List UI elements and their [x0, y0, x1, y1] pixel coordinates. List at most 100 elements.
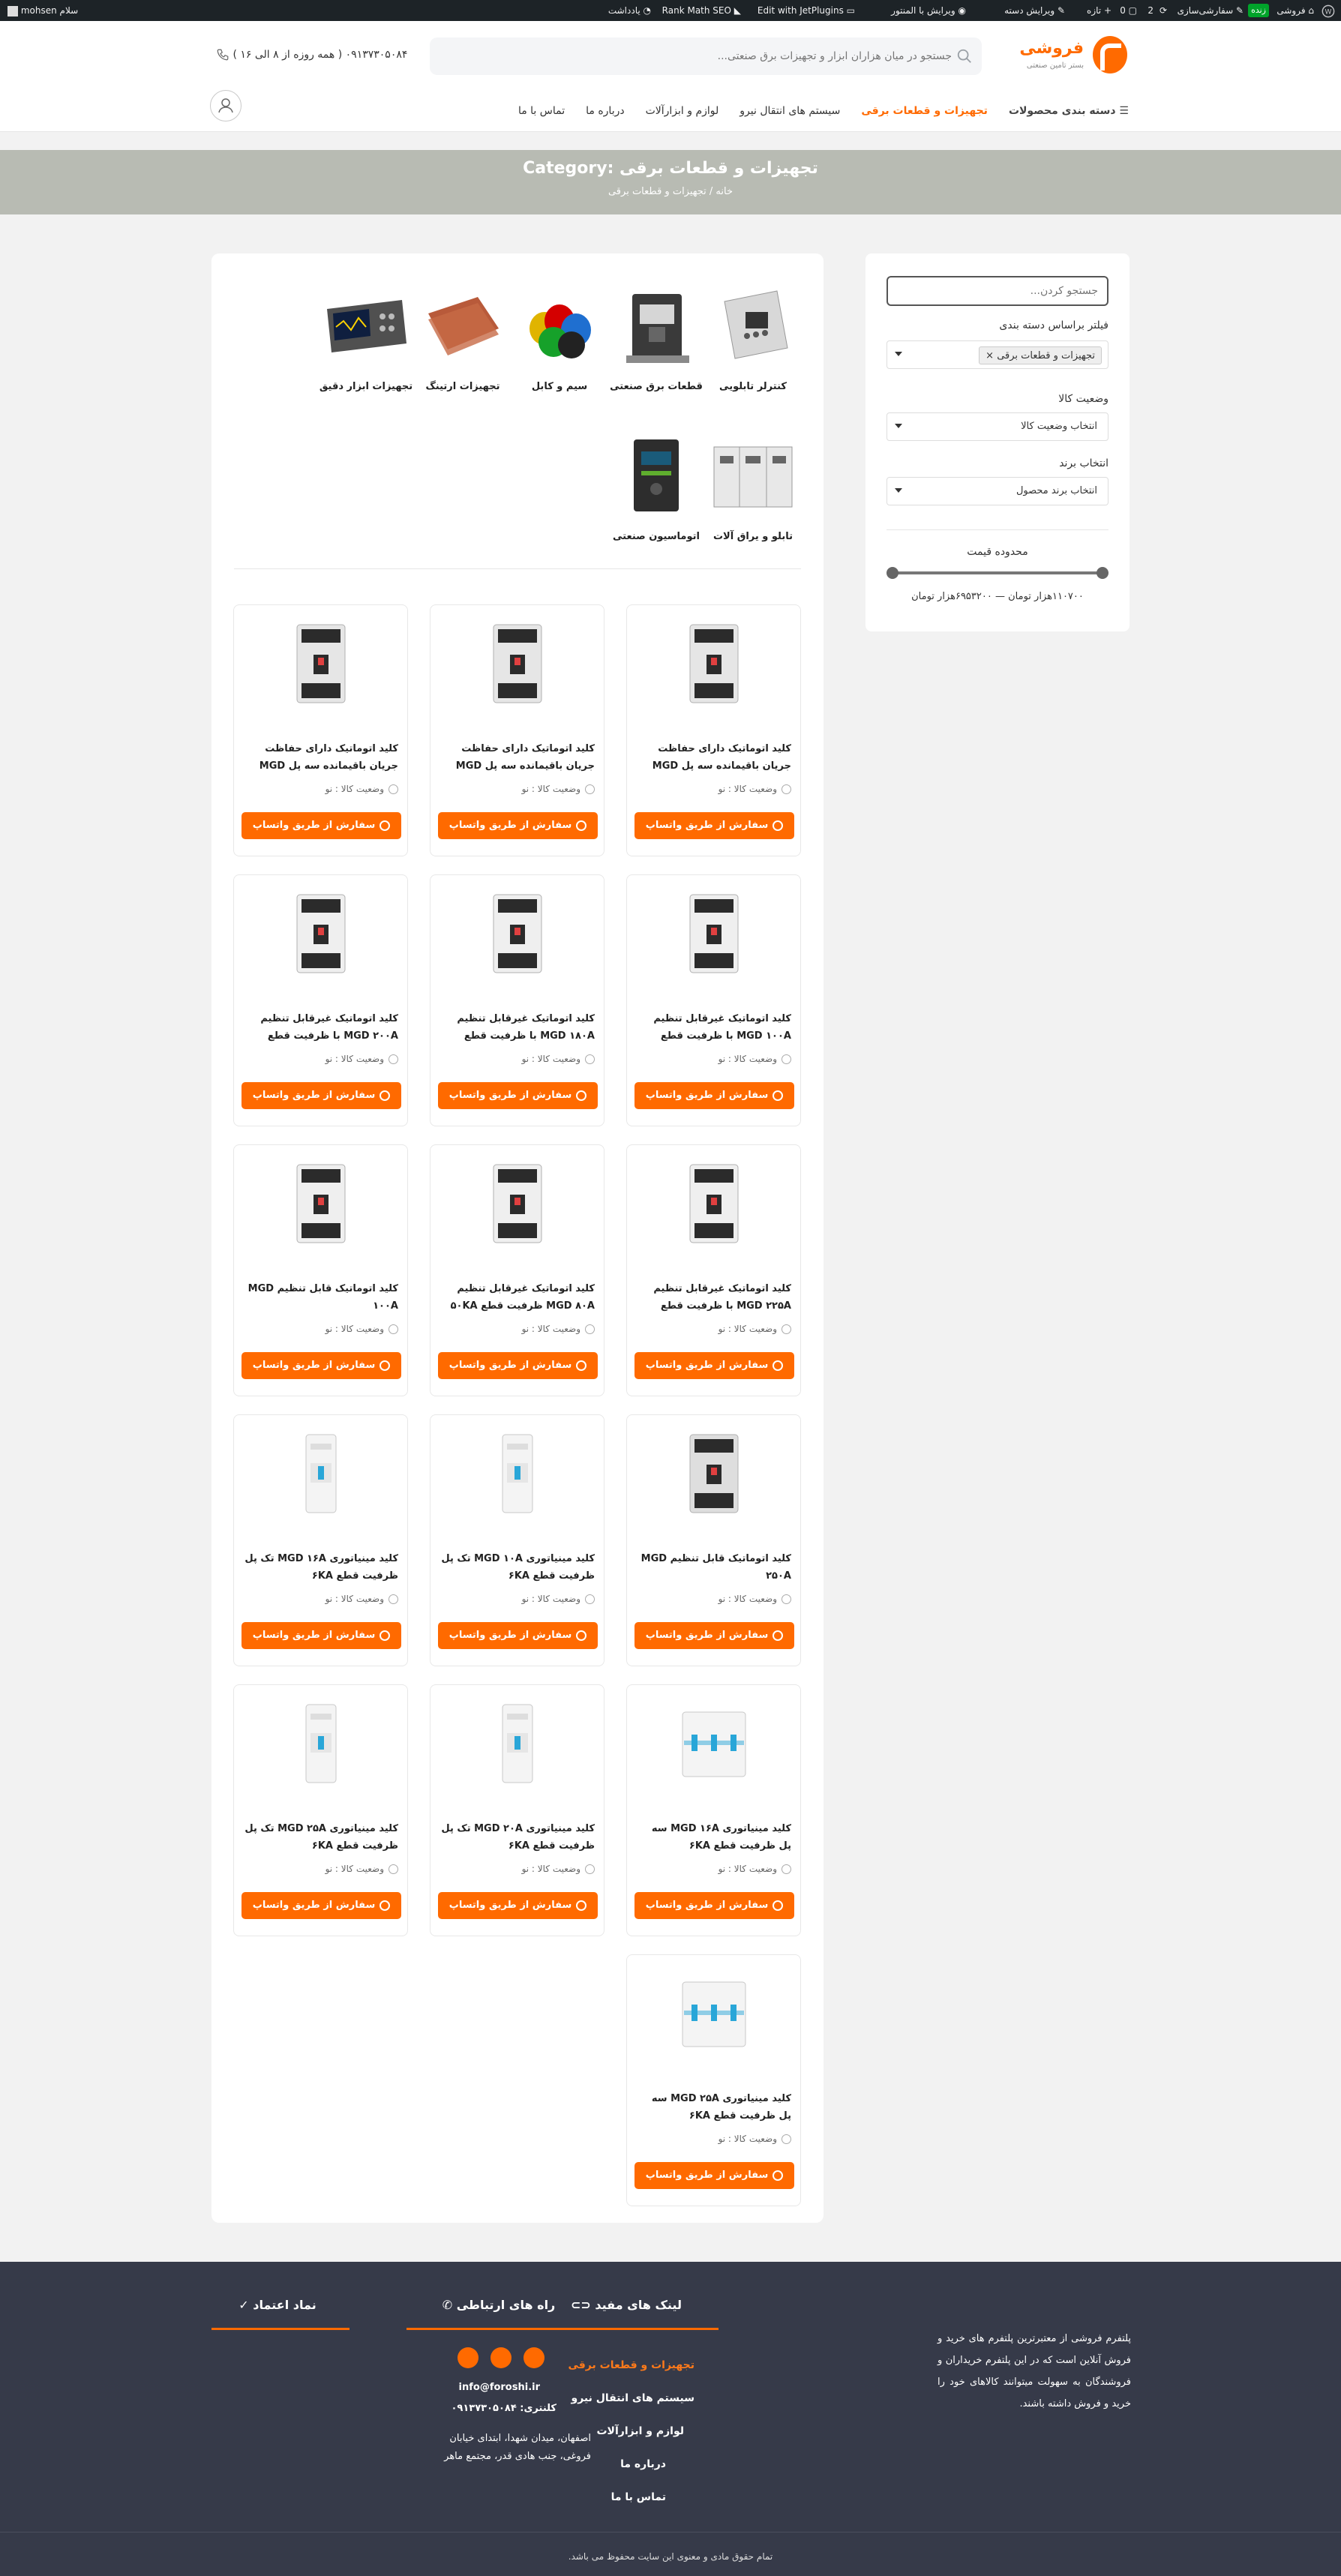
price-range-slider[interactable]: [886, 567, 1108, 579]
product-image[interactable]: [480, 889, 555, 979]
admin-comments[interactable]: 2: [1148, 0, 1154, 21]
remove-chip-icon[interactable]: ×: [986, 350, 994, 361]
breadcrumb[interactable]: خانه / تجهیزات و قطعات برقی: [0, 186, 1341, 197]
nav-product-categories[interactable]: ☰ دسته بندی محصولات: [1009, 105, 1129, 117]
product-image[interactable]: [480, 1429, 555, 1519]
admin-customize[interactable]: ✎ سفارشی‌سازی: [1178, 0, 1244, 21]
sidebar-search-input[interactable]: [886, 276, 1108, 306]
product-card[interactable]: کلید مینیاتوری MGD ۱۰A تک پل ظرفیت قطع ۶…: [430, 1414, 604, 1666]
product-card[interactable]: کلید اتوماتیک دارای حفاظت جریان باقیماند…: [430, 604, 604, 856]
instagram-icon[interactable]: [524, 2347, 544, 2368]
admin-account[interactable]: سلام mohsen: [8, 0, 78, 21]
product-title[interactable]: کلید مینیاتوری MGD ۲۵A تک پل ظرفیت قطع ۶…: [243, 1820, 398, 1856]
user-account-button[interactable]: [210, 90, 242, 121]
product-card[interactable]: کلید اتوماتیک غیرقابل تنظیم MGD ۱۰۰A با …: [626, 874, 801, 1126]
product-image[interactable]: [284, 1159, 358, 1249]
whatsapp-icon[interactable]: [458, 2347, 478, 2368]
whatsapp-order-button[interactable]: سفارش از طریق واتساپ: [242, 1082, 401, 1109]
product-card[interactable]: کلید مینیاتوری MGD ۲۵A سه پل ظرفیت قطع ۶…: [626, 1954, 801, 2206]
site-logo[interactable]: فروشی بستر تامین صنعتی: [1019, 34, 1127, 79]
product-card[interactable]: کلید اتوماتیک غیرقابل تنظیم MGD ۲۲۵A با …: [626, 1144, 801, 1396]
whatsapp-order-button[interactable]: سفارش از طریق واتساپ: [634, 1892, 794, 1919]
admin-comment-bubble[interactable]: ▢ 0: [1120, 0, 1137, 21]
product-title[interactable]: کلید اتوماتیک قابل تنظیم MGD ۱۰۰A: [243, 1280, 398, 1316]
product-card[interactable]: کلید اتوماتیک قابل تنظیم MGD ۱۰۰A وضعیت ک…: [233, 1144, 408, 1396]
footer-link-power[interactable]: سیستم های انتقال نیرو: [572, 2392, 694, 2404]
product-title[interactable]: کلید اتوماتیک غیرقابل تنظیم MGD ۲۰۰A با …: [243, 1010, 398, 1046]
category-card[interactable]: اتوماسیون صنعتی: [608, 418, 704, 553]
product-image[interactable]: [676, 1429, 752, 1519]
product-title[interactable]: کلید اتوماتیک قابل تنظیم MGD ۲۵۰A: [636, 1550, 791, 1586]
product-title[interactable]: کلید مینیاتوری MGD ۱۶A سه پل ظرفیت قطع ۶…: [636, 1820, 791, 1856]
product-image[interactable]: [480, 1159, 555, 1249]
category-filter-select[interactable]: تجهیزات و قطعات برقی ×: [886, 340, 1108, 369]
whatsapp-order-button[interactable]: سفارش از طریق واتساپ: [242, 812, 401, 839]
product-card[interactable]: کلید اتوماتیک غیرقابل تنظیم MGD ۱۸۰A با …: [430, 874, 604, 1126]
product-card[interactable]: کلید اتوماتیک دارای حفاظت جریان باقیماند…: [233, 604, 408, 856]
product-image[interactable]: [284, 1429, 358, 1519]
whatsapp-order-button[interactable]: سفارش از طریق واتساپ: [242, 1352, 401, 1379]
nav-contact[interactable]: تماس با ما: [518, 105, 565, 117]
wordpress-icon[interactable]: W: [1322, 0, 1335, 21]
product-title[interactable]: کلید اتوماتیک غیرقابل تنظیم MGD ۱۸۰A با …: [440, 1010, 595, 1046]
product-card[interactable]: کلید مینیاتوری MGD ۲۰A تک پل ظرفیت قطع ۶…: [430, 1684, 604, 1936]
nav-power-transmission[interactable]: سیستم های انتقال نیرو: [740, 105, 840, 117]
product-card[interactable]: کلید مینیاتوری MGD ۱۶A سه پل ظرفیت قطع ۶…: [626, 1684, 801, 1936]
footer-link-tools[interactable]: لوازم و ابزارآلات: [596, 2425, 684, 2437]
product-card[interactable]: کلید مینیاتوری MGD ۱۶A تک پل ظرفیت قطع ۶…: [233, 1414, 408, 1666]
product-card[interactable]: کلید اتوماتیک قابل تنظیم MGD ۲۵۰A وضعیت ک…: [626, 1414, 801, 1666]
whatsapp-order-button[interactable]: سفارش از طریق واتساپ: [634, 1352, 794, 1379]
brand-select[interactable]: انتخاب برند محصول: [886, 477, 1108, 505]
product-card[interactable]: کلید اتوماتیک دارای حفاظت جریان باقیماند…: [626, 604, 801, 856]
stock-status-select[interactable]: انتخاب وضعیت کالا: [886, 412, 1108, 441]
category-card[interactable]: سیم و کابل: [512, 268, 608, 403]
admin-edit-elementor[interactable]: ◉ ویرایش با المنتور: [891, 0, 966, 21]
product-title[interactable]: کلید اتوماتیک دارای حفاظت جریان باقیماند…: [243, 740, 398, 776]
product-title[interactable]: کلید مینیاتوری MGD ۱۰A تک پل ظرفیت قطع ۶…: [440, 1550, 595, 1586]
price-range-min-handle[interactable]: [1096, 567, 1108, 579]
whatsapp-order-button[interactable]: سفارش از طریق واتساپ: [438, 1082, 598, 1109]
footer-link-electrical[interactable]: تجهیزات و قطعات برقی: [568, 2359, 694, 2371]
search-icon[interactable]: [956, 48, 973, 64]
product-image[interactable]: [480, 1699, 555, 1789]
product-image[interactable]: [676, 1969, 752, 2059]
whatsapp-order-button[interactable]: سفارش از طریق واتساپ: [242, 1892, 401, 1919]
footer-email[interactable]: info@foroshi.ir: [459, 2382, 540, 2393]
product-image[interactable]: [676, 1699, 752, 1789]
search-input[interactable]: [464, 37, 952, 75]
product-title[interactable]: کلید مینیاتوری MGD ۲۰A تک پل ظرفیت قطع ۶…: [440, 1820, 595, 1856]
product-image[interactable]: [676, 619, 752, 709]
whatsapp-order-button[interactable]: سفارش از طریق واتساپ: [634, 1622, 794, 1649]
nav-about[interactable]: درباره ما: [586, 105, 624, 117]
whatsapp-order-button[interactable]: سفارش از طریق واتساپ: [634, 812, 794, 839]
category-card[interactable]: تجهیزات ابزار دقیق: [318, 268, 414, 403]
product-card[interactable]: کلید اتوماتیک غیرقابل تنظیم MGD ۲۰۰A با …: [233, 874, 408, 1126]
product-title[interactable]: کلید مینیاتوری MGD ۱۶A تک پل ظرفیت قطع ۶…: [243, 1550, 398, 1586]
category-card[interactable]: کنترلر تابلویی: [705, 268, 801, 403]
product-image[interactable]: [284, 1699, 358, 1789]
product-image[interactable]: [676, 889, 752, 979]
admin-notes[interactable]: ◔ یادداشت: [608, 0, 651, 21]
product-title[interactable]: کلید مینیاتوری MGD ۲۵A سه پل ظرفیت قطع ۶…: [636, 2090, 791, 2126]
category-card[interactable]: تجهیزات ارتینگ: [415, 268, 511, 403]
product-image[interactable]: [284, 889, 358, 979]
whatsapp-order-button[interactable]: سفارش از طریق واتساپ: [438, 812, 598, 839]
category-card[interactable]: تابلو و یراق آلات: [705, 418, 801, 553]
product-title[interactable]: کلید اتوماتیک غیرقابل تنظیم MGD ۸۰A ظرفی…: [440, 1280, 595, 1316]
product-title[interactable]: کلید اتوماتیک دارای حفاظت جریان باقیماند…: [440, 740, 595, 776]
admin-new[interactable]: + تازه: [1087, 0, 1112, 21]
whatsapp-order-button[interactable]: سفارش از طریق واتساپ: [438, 1352, 598, 1379]
category-card[interactable]: قطعات برق صنعتی: [608, 268, 704, 403]
nav-electrical-parts[interactable]: تجهیزات و قطعات برقی: [861, 105, 988, 117]
product-title[interactable]: کلید اتوماتیک غیرقابل تنظیم MGD ۱۰۰A با …: [636, 1010, 791, 1046]
footer-phone[interactable]: کلنتری: ۰۹۱۳۷۳۰۵۰۸۴: [452, 2403, 557, 2414]
telegram-icon[interactable]: [490, 2347, 512, 2368]
product-image[interactable]: [480, 619, 555, 709]
whatsapp-order-button[interactable]: سفارش از طریق واتساپ: [634, 1082, 794, 1109]
product-title[interactable]: کلید اتوماتیک غیرقابل تنظیم MGD ۲۲۵A با …: [636, 1280, 791, 1316]
footer-link-about[interactable]: درباره ما: [620, 2458, 666, 2470]
footer-link-contact[interactable]: تماس با ما: [611, 2491, 666, 2503]
admin-updates[interactable]: ⟳: [1160, 0, 1167, 21]
price-range-max-handle[interactable]: [886, 567, 898, 579]
whatsapp-order-button[interactable]: سفارش از طریق واتساپ: [634, 2162, 794, 2189]
